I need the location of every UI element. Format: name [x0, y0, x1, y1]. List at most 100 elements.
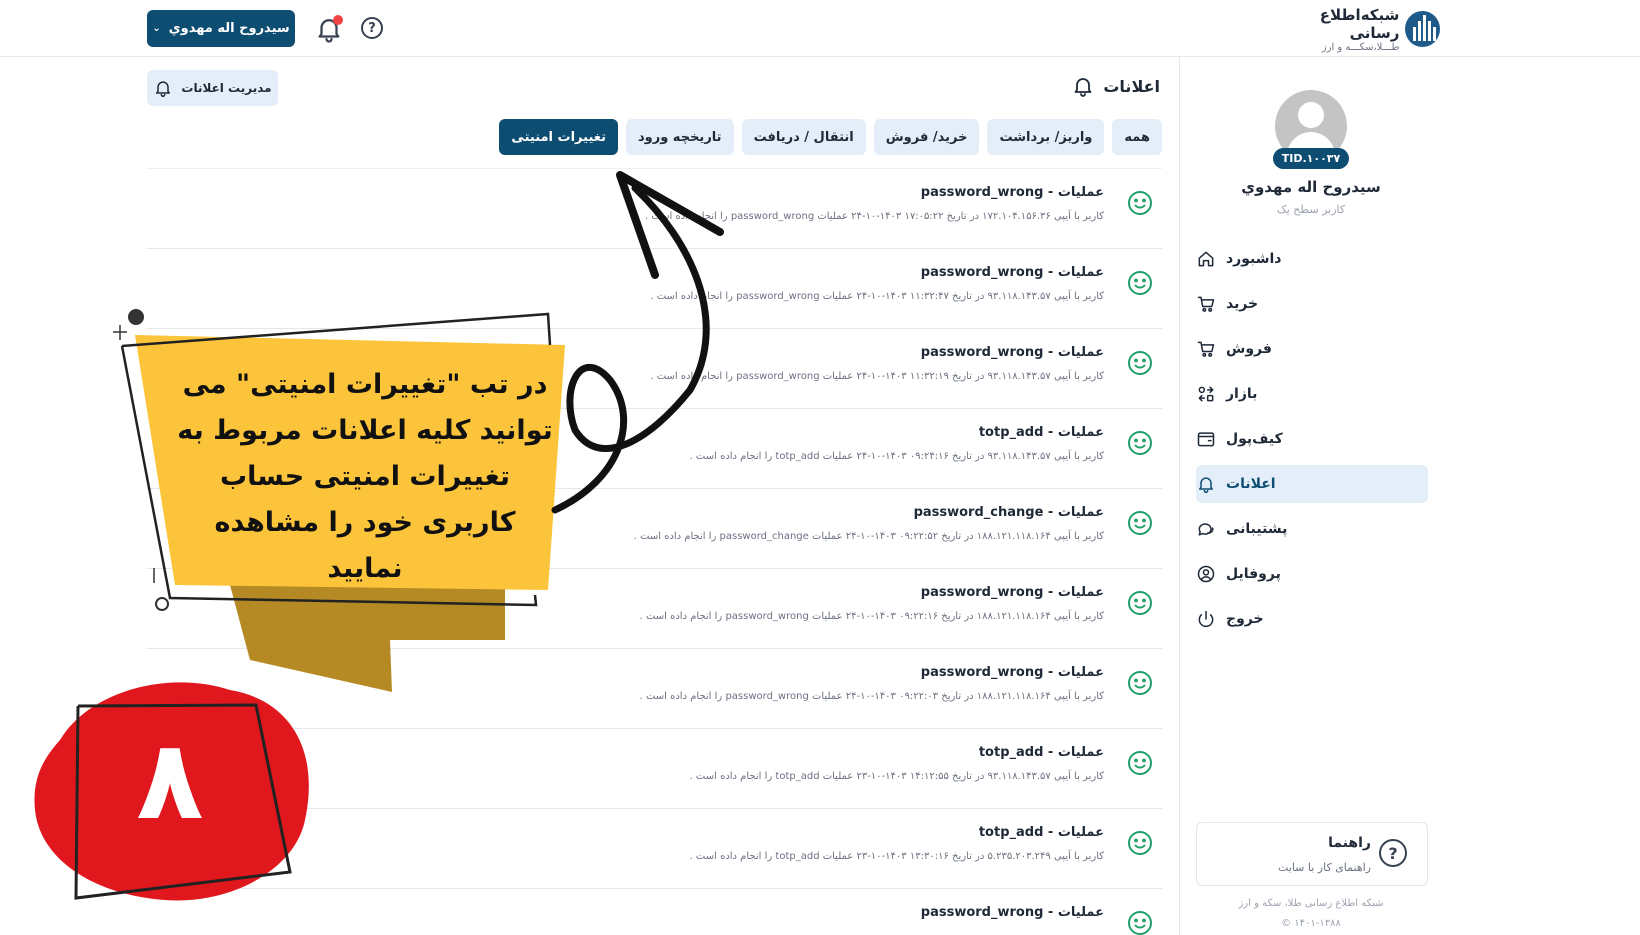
notification-row[interactable]: عملیات - password_wrong: [147, 888, 1162, 935]
notification-description: کاربر با آیپی ۹۳.۱۱۸.۱۴۳.۵۷ در تاریخ ۱۱:…: [650, 371, 1104, 382]
profile-level: کاربر سطح یک: [1276, 203, 1346, 216]
sidebar-nav: داشبورد خرید فروش بازار کیف‌پول اعلانات پشتیبا…: [1196, 240, 1428, 645]
footer-copyright: © ۱۴۰۱-۱۳۸۸: [1281, 918, 1341, 929]
sidebar-item[interactable]: خروج: [1196, 600, 1428, 638]
sidebar-item[interactable]: بازار: [1196, 375, 1428, 413]
tab[interactable]: تغییرات امنیتی: [499, 119, 618, 155]
sidebar-item[interactable]: کیف‌پول: [1196, 420, 1428, 458]
sidebar-item[interactable]: داشبورد: [1196, 240, 1428, 278]
sidebar-item[interactable]: پشتیبانی: [1196, 510, 1428, 548]
guide-title: راهنما: [1328, 835, 1371, 851]
notification-title: عملیات - password_wrong: [920, 905, 1104, 920]
notification-title: عملیات - password_wrong: [920, 585, 1104, 600]
notification-description: کاربر با آیپی ۹۳.۱۱۸.۱۴۳.۵۷ در تاریخ ۰۹:…: [689, 451, 1104, 462]
smile-icon: [1128, 911, 1152, 935]
notification-row[interactable]: عملیات - password_wrong کاربر با آیپی ۱۸۸…: [147, 648, 1162, 728]
notification-tabs: همه واریز/ برداشت خرید/ فروش انتقال / دریاف…: [499, 119, 1162, 155]
user-menu-button[interactable]: سيدروح اله مهدوي ⌄: [147, 10, 295, 47]
sidebar-item-label: کیف‌پول: [1226, 431, 1283, 447]
user-menu-label: سيدروح اله مهدوي: [168, 21, 290, 36]
manage-notifications-label: مدیریت اعلانات: [181, 81, 272, 95]
bell-icon: [1199, 477, 1213, 494]
brand-logo-icon: [1405, 11, 1440, 47]
bell-icon: [156, 81, 171, 98]
brand[interactable]: شبکه‌اطلاع رسانی طـــلا،سکـــه و ارز: [1270, 5, 1440, 53]
sidebar-item-label: پشتیبانی: [1226, 521, 1288, 537]
profile-name: سيدروح اله مهدوي: [1241, 178, 1381, 196]
callout-text: در تب "تغییرات امنیتی" می توانید کلیه اع…: [177, 369, 553, 584]
notifications-bell-button[interactable]: [314, 14, 344, 44]
step-number: ۸: [136, 716, 204, 844]
notification-dot: [333, 15, 343, 25]
frame-dot: [128, 309, 144, 325]
sidebar-item[interactable]: فروش: [1196, 330, 1428, 368]
footer-text: شبکه اطلاع رسانی طلا، سکه و ارز: [1238, 898, 1384, 909]
cart-icon: [1197, 341, 1215, 357]
notification-description: کاربر با آیپی ۹۳.۱۱۸.۱۴۳.۵۷ در تاریخ ۱۴:…: [689, 771, 1104, 782]
notification-title: عملیات - password_wrong: [920, 345, 1104, 360]
notification-title: عملیات - password_wrong: [920, 665, 1104, 680]
home-icon: [1198, 251, 1214, 267]
sidebar-item-label: بازار: [1226, 386, 1258, 402]
notification-row[interactable]: عملیات - totp_add کاربر با آیپی ۵.۲۳۵.۲۰۳…: [147, 808, 1162, 888]
tab[interactable]: واریز/ برداشت: [987, 119, 1105, 155]
notification-row[interactable]: عملیات - password_wrong کاربر با آیپی ۱۷۲…: [147, 168, 1162, 248]
smile-icon: [1128, 351, 1152, 375]
help-button[interactable]: ?: [361, 17, 383, 39]
chat-icon: [1198, 523, 1214, 536]
notification-description: کاربر با آیپی ۱۸۸.۱۲۱.۱۱۸.۱۶۴ در تاریخ ۰…: [639, 691, 1104, 702]
manage-notifications-button[interactable]: مدیریت اعلانات: [147, 70, 278, 106]
notification-description: کاربر با آیپی ۵.۲۳۵.۲۰۳.۲۴۹ در تاریخ ۱۳:…: [689, 851, 1104, 862]
user-circle-icon: [1197, 565, 1215, 583]
notification-description: کاربر با آیپی ۹۳.۱۱۸.۱۴۳.۵۷ در تاریخ ۱۱:…: [650, 291, 1104, 302]
sidebar-item-label: فروش: [1226, 341, 1272, 357]
tab[interactable]: همه: [1112, 119, 1162, 155]
tab[interactable]: انتقال / دریافت: [741, 119, 866, 155]
notification-title: عملیات - password_wrong: [920, 265, 1104, 280]
power-icon: [1198, 610, 1214, 628]
top-bar: سيدروح اله مهدوي ⌄ ? شبکه‌اطلاع رسانی طـ…: [0, 0, 1640, 57]
smile-icon: [1128, 671, 1152, 695]
notification-title: عملیات - password_wrong: [920, 185, 1104, 200]
smile-icon: [1128, 831, 1152, 855]
smile-icon: [1128, 591, 1152, 615]
chevron-down-icon: ⌄: [152, 23, 161, 34]
sidebar-item-label: اعلانات: [1226, 476, 1276, 492]
notification-title: عملیات - totp_add: [978, 825, 1104, 840]
notification-title: عملیات - totp_add: [978, 425, 1104, 440]
wallet-icon: [1197, 432, 1215, 447]
smile-icon: [1128, 511, 1152, 535]
cart-icon: [1197, 296, 1215, 312]
smile-icon: [1128, 271, 1152, 295]
page-title: اعلانات: [1071, 74, 1160, 98]
sidebar-item-label: داشبورد: [1226, 251, 1282, 267]
notification-row[interactable]: عملیات - password_wrong کاربر با آیپی ۹۳.…: [147, 248, 1162, 328]
notification-row[interactable]: عملیات - totp_add کاربر با آیپی ۹۳.۱۱۸.۱۴…: [147, 728, 1162, 808]
notification-description: کاربر با آیپی ۱۸۸.۱۲۱.۱۱۸.۱۶۴ در تاریخ ۰…: [633, 531, 1104, 542]
smile-icon: [1128, 751, 1152, 775]
smile-icon: [1128, 191, 1152, 215]
smile-icon: [1128, 431, 1152, 455]
notification-title: عملیات - totp_add: [978, 745, 1104, 760]
sidebar-item[interactable]: اعلانات: [1196, 465, 1428, 503]
sidebar-item[interactable]: پروفایل: [1196, 555, 1428, 593]
question-icon: ?: [1379, 839, 1407, 867]
sidebar-item[interactable]: خرید: [1196, 285, 1428, 323]
tab[interactable]: خرید/ فروش: [873, 119, 980, 155]
brand-name: شبکه‌اطلاع رسانی: [1319, 5, 1400, 42]
exchange-icon: [1198, 386, 1214, 402]
brand-subtitle: طـــلا،سکـــه و ارز: [1321, 41, 1400, 53]
page-title-text: اعلانات: [1103, 76, 1160, 96]
guide-box[interactable]: ? راهنما راهنمای کار با سایت: [1196, 822, 1428, 886]
notification-title: عملیات - password_change: [913, 505, 1104, 520]
tab[interactable]: تاریخچه ورود: [625, 119, 734, 155]
help-icon: ?: [368, 20, 376, 36]
sidebar-item-label: خرید: [1226, 296, 1259, 312]
sidebar-item-label: پروفایل: [1226, 566, 1281, 582]
notification-description: کاربر با آیپی ۱۸۸.۱۲۱.۱۱۸.۱۶۴ در تاریخ ۰…: [639, 611, 1104, 622]
tid-badge: TID.۱۰۰۳۷: [1273, 148, 1349, 169]
sidebar-item-label: خروج: [1226, 611, 1264, 627]
guide-subtitle: راهنمای کار با سایت: [1277, 861, 1371, 874]
bell-icon: [1074, 78, 1092, 97]
notification-description: کاربر با آیپی ۱۷۲.۱۰۴.۱۵۶.۳۶ در تاریخ ۱۷…: [644, 211, 1104, 222]
